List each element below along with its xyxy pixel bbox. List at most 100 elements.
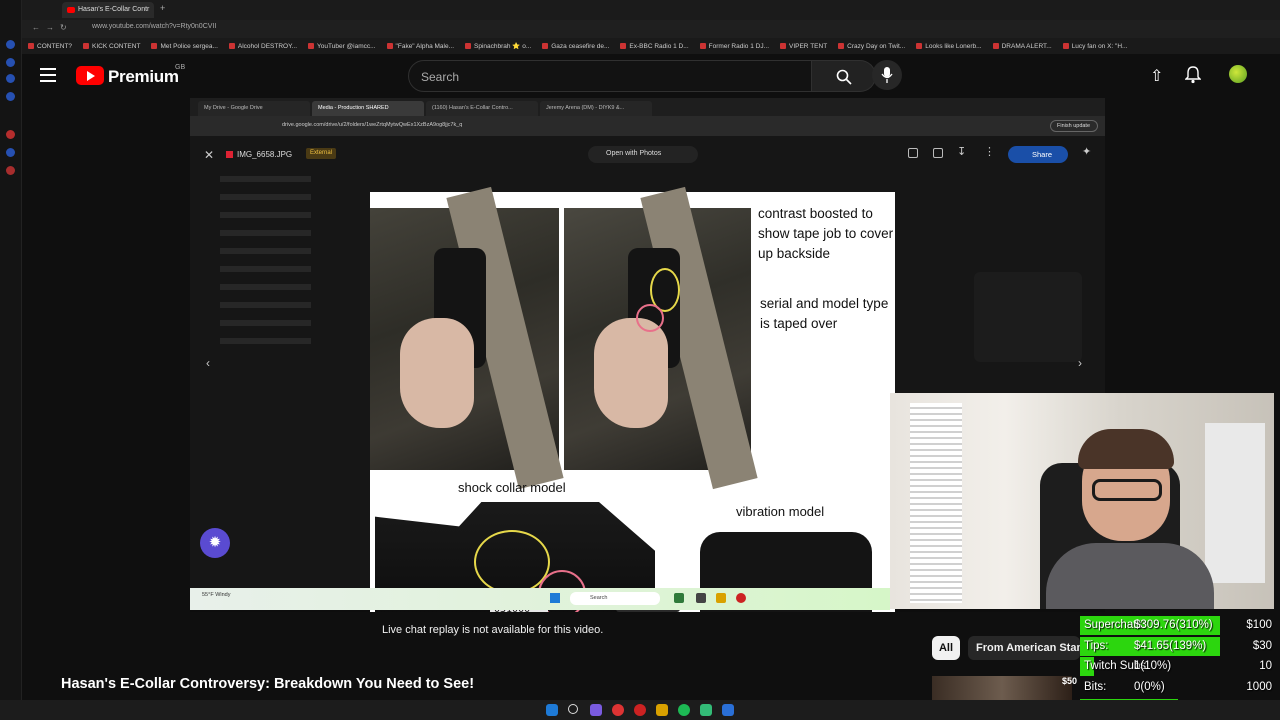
- caption-shock-collar: shock collar model: [458, 480, 566, 495]
- browser-address-bar: ← → ↻ www.youtube.com/watch?v=Rty0n0CVII: [22, 20, 1280, 38]
- app-icon[interactable]: [590, 704, 602, 716]
- chevron-right-icon: ›: [1078, 356, 1082, 370]
- annotation-note: contrast boosted to show tape job to cov…: [758, 206, 894, 261]
- search-input[interactable]: Search: [408, 60, 812, 92]
- bookmark-item[interactable]: Former Radio 1 DJ...: [699, 43, 769, 50]
- sidebar-dot-icon[interactable]: [6, 74, 15, 83]
- filter-chip-channel[interactable]: From American Standard: [968, 636, 1080, 660]
- person-hair: [1078, 429, 1174, 469]
- bookmark-favicon-icon: [386, 43, 393, 49]
- goal-target: 1000: [1246, 681, 1272, 693]
- voice-search-button[interactable]: [872, 60, 902, 90]
- streamer-webcam: [890, 393, 1274, 609]
- bookmark-item[interactable]: Gaza ceasefire de...: [542, 43, 609, 50]
- browser-tab-active[interactable]: Hasan's E-Collar Contr: [62, 2, 154, 18]
- close-icon: ✕: [204, 148, 215, 162]
- bookmark-favicon-icon: [151, 43, 158, 49]
- sidebar-dot-icon[interactable]: [6, 130, 15, 139]
- windows-start-icon[interactable]: [546, 704, 558, 716]
- new-tab-icon[interactable]: +: [160, 3, 165, 13]
- recommended-thumbnail[interactable]: [932, 676, 1072, 700]
- bookmark-favicon-icon: [28, 43, 34, 49]
- photo-original: [370, 186, 564, 490]
- window-blinds: [910, 403, 962, 603]
- external-badge: External: [306, 148, 337, 159]
- bookmarks-bar: CONTENT? KICK CONTENT Met Police sergea...…: [22, 38, 1280, 54]
- bookmark-label: Gaza ceasefire de...: [551, 42, 610, 50]
- bookmark-label: VIPER TENT: [789, 42, 828, 50]
- goal-label: Bits:: [1084, 681, 1107, 693]
- sidebar-dot-icon[interactable]: [6, 92, 15, 101]
- tab-title: Hasan's E-Collar Contr: [78, 6, 150, 13]
- bookmark-favicon-icon: [838, 43, 845, 49]
- os-taskbar: [0, 700, 1280, 720]
- bookmark-item[interactable]: Looks like Lonerb...: [916, 42, 982, 50]
- bookmark-label: Looks like Lonerb...: [925, 42, 982, 50]
- app-icon[interactable]: [612, 704, 624, 716]
- sidebar-dot-icon[interactable]: [6, 40, 15, 49]
- url-field[interactable]: www.youtube.com/watch?v=Rty0n0CVII: [82, 23, 582, 35]
- open-with-button: Open with Photos: [588, 146, 698, 163]
- notifications-bell-icon[interactable]: [1185, 66, 1201, 84]
- assistant-gear-icon: ✹: [200, 528, 230, 558]
- bookmark-item[interactable]: KICK CONTENT: [83, 43, 140, 50]
- chrome-icon[interactable]: [634, 704, 646, 716]
- goal-target: 10: [1259, 660, 1272, 672]
- app-icon[interactable]: [700, 704, 712, 716]
- bookmark-label: Met Police sergea...: [160, 42, 218, 50]
- inner-tab: My Drive - Google Drive: [198, 101, 310, 116]
- sidebar-dot-icon[interactable]: [6, 166, 15, 175]
- search-icon[interactable]: [568, 704, 578, 714]
- donation-goal-row: Bits: 0(0%) 1000: [1080, 678, 1280, 697]
- upload-icon[interactable]: ⇧: [1150, 66, 1163, 86]
- bookmark-item[interactable]: CONTENT?: [28, 43, 72, 50]
- chevron-left-icon: ‹: [206, 356, 210, 370]
- weather-widget: 55°F Windy: [202, 592, 231, 598]
- bookmark-label: KICK CONTENT: [92, 42, 141, 50]
- reload-icon[interactable]: ↻: [60, 23, 67, 32]
- bookmark-item[interactable]: Alcohol DESTROY...: [228, 43, 297, 50]
- spotify-icon[interactable]: [678, 704, 690, 716]
- highlight-circle-yellow: [474, 530, 550, 594]
- inner-tab: (1160) Hasan's E-Collar Contro...: [426, 101, 538, 116]
- caption-vibration: vibration model: [736, 504, 825, 519]
- download-icon: ↧: [957, 146, 967, 158]
- sidebar-dot-icon[interactable]: [6, 148, 15, 157]
- premium-logo-text[interactable]: Premium: [108, 67, 179, 87]
- bookmark-item[interactable]: Ex-BBC Radio 1 D...: [620, 43, 689, 50]
- bookmark-item[interactable]: DRAMA ALERT...: [992, 43, 1052, 50]
- account-avatar[interactable]: [1229, 65, 1247, 83]
- bookmark-item[interactable]: Lucy fan on X: "H...: [1062, 43, 1127, 50]
- sidebar-dot-icon[interactable]: [6, 58, 15, 67]
- inner-address-bar: drive.google.com/drive/u/2/folders/1weZr…: [190, 116, 1105, 136]
- bookmark-item[interactable]: VIPER TENT: [780, 43, 827, 50]
- bookmark-item[interactable]: "Fake" Alpha Male...: [386, 43, 454, 50]
- bookmark-favicon-icon: [308, 43, 315, 49]
- bookmark-item[interactable]: Met Police sergea...: [151, 42, 218, 50]
- youtube-header: Premium GB Search ⇧: [22, 54, 1280, 98]
- annotation-note: serial and model type is taped over: [760, 296, 889, 331]
- bookmark-favicon-icon: [916, 43, 923, 49]
- youtube-logo-icon[interactable]: [76, 66, 104, 85]
- bookmark-item[interactable]: YouTuber @iamcc...: [308, 43, 376, 50]
- forward-icon[interactable]: →: [46, 23, 54, 32]
- bookmark-favicon-icon: [1062, 43, 1069, 49]
- steam-icon[interactable]: [722, 704, 734, 716]
- bookmark-label: CONTENT?: [37, 42, 73, 50]
- goal-value: 1(10%): [1134, 660, 1172, 672]
- bookmark-item[interactable]: Crazy Day on Twit...: [838, 43, 905, 50]
- bookmark-item[interactable]: Spinachbrah ⭐ o...: [465, 42, 531, 50]
- bookmark-favicon-icon: [780, 43, 786, 49]
- donation-goal-row: Superchats: $309.76(310%) $100: [1080, 616, 1280, 635]
- folder-icon[interactable]: [656, 704, 668, 716]
- print-icon: [933, 148, 943, 158]
- bookmark-favicon-icon: [699, 43, 706, 49]
- filter-chip-all[interactable]: All: [932, 636, 960, 660]
- search-button[interactable]: [812, 60, 876, 92]
- inner-browser-tab-bar: My Drive - Google Drive Media - Producti…: [190, 98, 1105, 116]
- bookmark-favicon-icon: [542, 43, 549, 49]
- back-icon[interactable]: ←: [32, 23, 40, 32]
- hamburger-menu-icon[interactable]: [40, 68, 56, 82]
- app-icon: [674, 593, 684, 603]
- goal-label: Tips:: [1084, 640, 1109, 652]
